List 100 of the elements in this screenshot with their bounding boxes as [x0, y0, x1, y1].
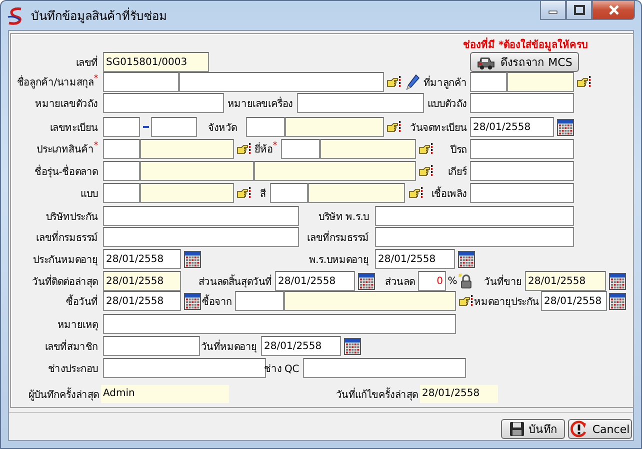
field-label: ช่าง QC [264, 362, 299, 376]
name-field[interactable] [179, 72, 384, 92]
calendar-icon[interactable] [184, 292, 201, 310]
date-field[interactable]: 28/01/2558 [541, 291, 607, 311]
date-field[interactable]: 28/01/2558 [275, 271, 355, 291]
field-label: บริษัท พ.ร.บ [318, 210, 369, 224]
text-field[interactable] [103, 358, 266, 378]
text-field[interactable] [151, 117, 197, 137]
required-fields-note: ช่องที่มี *ต้องใส่ข้อมูลให้ครบ [463, 36, 588, 52]
pointing-hand-icon[interactable] [459, 294, 473, 308]
save-button[interactable]: บันทึก [501, 419, 565, 439]
code-field[interactable] [281, 139, 320, 159]
pointing-hand-icon[interactable] [387, 120, 401, 134]
cancel-icon [570, 420, 588, 438]
text-field[interactable] [103, 227, 299, 247]
text-field[interactable] [103, 336, 200, 356]
field-label: พ.ร.บหมดอายุ [308, 254, 369, 266]
field-label: ที่มาลูกค้า [423, 74, 467, 90]
field-label: หมายเลขเครื่อง [227, 96, 293, 110]
name-field[interactable] [285, 117, 384, 137]
field-label: วันที่ขาย [484, 274, 522, 288]
code-field[interactable] [103, 161, 140, 181]
field-label: เลขที่สมาชิก [44, 338, 98, 354]
pointing-hand-icon[interactable] [409, 186, 423, 200]
date-field[interactable]: 28/01/2558 [375, 249, 455, 269]
date-field[interactable]: 28/01/2558 [103, 249, 181, 269]
text-field[interactable] [103, 206, 299, 226]
maximize-icon [574, 5, 584, 15]
code-field[interactable] [103, 139, 140, 159]
field-label: ปีรถ [450, 144, 467, 156]
text-field[interactable] [470, 161, 574, 181]
field-label: เกียร์ [448, 165, 467, 178]
field-label: หมายเหตุ [57, 318, 98, 332]
date-field[interactable]: 28/01/2558 [470, 117, 554, 137]
text-field[interactable] [103, 93, 224, 113]
code-field[interactable] [470, 72, 507, 92]
dash-separator [143, 126, 149, 128]
date-field[interactable]: 28/01/2558 [261, 336, 341, 356]
code-field[interactable] [246, 117, 285, 137]
name-field[interactable] [254, 161, 416, 181]
text-field[interactable] [103, 117, 140, 137]
text-field[interactable] [297, 93, 424, 113]
field-label: เลขที่ [76, 54, 98, 70]
pointing-hand-icon[interactable] [419, 142, 433, 156]
field-label: วันจดทะเบียน [410, 122, 467, 134]
close-icon [608, 5, 620, 15]
name-field[interactable] [140, 139, 234, 159]
field-label: วันที่แก้ไขครั้งล่าสุด [336, 386, 418, 402]
calendar-icon[interactable] [609, 272, 626, 290]
fetch-car-button[interactable]: ดึงรถจาก MCS [470, 52, 579, 72]
pointing-hand-icon[interactable] [419, 164, 433, 178]
name-field[interactable] [320, 139, 416, 159]
padlock-icon [458, 273, 474, 289]
text-field[interactable] [375, 227, 574, 247]
code-field[interactable] [270, 183, 308, 203]
text-field[interactable] [470, 183, 574, 203]
pointing-hand-icon[interactable] [577, 75, 591, 89]
field-label: ประเภทสินค้า$^{*}$ [36, 141, 98, 157]
code-field[interactable] [235, 291, 284, 311]
text-field[interactable]: SG015801/0003 [103, 52, 209, 72]
calendar-icon[interactable] [458, 250, 475, 268]
calendar-icon[interactable] [557, 118, 574, 136]
text-field[interactable] [470, 93, 574, 113]
pointing-hand-icon[interactable] [237, 142, 251, 156]
calendar-icon[interactable] [358, 272, 375, 290]
text-field[interactable] [470, 139, 574, 159]
field-label: ผู้บันทึกครั้งล่าสุด [28, 386, 99, 402]
text-field[interactable] [103, 314, 456, 334]
code-field[interactable] [103, 183, 140, 203]
field-label: หมายเลขตัวถัง [35, 98, 98, 110]
record-value: 28/01/2558 [420, 385, 498, 403]
minimize-button[interactable] [540, 1, 566, 20]
name-field[interactable] [507, 72, 574, 92]
pencil-icon[interactable] [405, 74, 420, 90]
field-label: ซื้อจาก [202, 294, 232, 308]
calendar-icon[interactable] [344, 338, 361, 354]
close-button[interactable] [592, 1, 635, 20]
maximize-button[interactable] [566, 1, 592, 20]
pointing-hand-icon[interactable] [237, 186, 251, 200]
pointing-hand-icon[interactable] [387, 75, 401, 89]
field-label: เลขที่กรมธรรม์ [36, 230, 98, 244]
calendar-icon[interactable] [609, 292, 626, 310]
date-field[interactable]: 28/01/2558 [103, 291, 181, 311]
code-field[interactable] [103, 72, 179, 92]
text-field[interactable] [303, 358, 466, 378]
date-field[interactable]: 28/01/2558 [103, 271, 181, 291]
calendar-icon[interactable] [184, 250, 201, 268]
date-field[interactable]: 28/01/2558 [525, 271, 606, 291]
field-label: แบบ [80, 188, 98, 200]
field-label: วันที่หมดอายุ [200, 338, 257, 354]
field-label: บริษัทประกัน [46, 210, 98, 224]
name-field[interactable] [140, 183, 234, 203]
name-field[interactable] [140, 161, 254, 181]
name-field[interactable] [284, 291, 456, 311]
field-label: เชื้อเพลิง [431, 186, 467, 200]
text-field[interactable] [375, 206, 574, 226]
field-label: แบบตัวถัง [427, 98, 467, 110]
name-field[interactable] [308, 183, 405, 203]
number-field[interactable]: 0 [418, 271, 446, 291]
cancel-button[interactable]: Cancel [568, 419, 632, 439]
